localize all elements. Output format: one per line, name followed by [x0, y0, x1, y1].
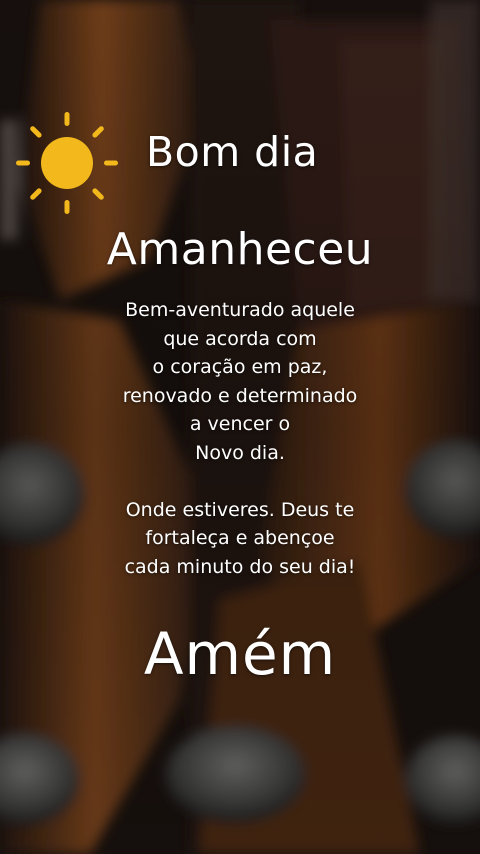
headline-text: Amanheceu: [106, 224, 374, 275]
blessing-line: fortaleça e abençoe: [145, 527, 335, 549]
message-line: renovado e determinado: [122, 384, 358, 407]
greeting-card: Bom dia Amanheceu Bem-aventurado aquele …: [0, 0, 480, 854]
message-line: Bem-aventurado aquele: [125, 299, 355, 321]
message-line: que acorda com: [163, 327, 317, 350]
blessing-line: Onde estiveres. Deus te: [125, 498, 355, 521]
message-line: a vencer o: [189, 413, 291, 435]
message-line: Novo dia.: [195, 441, 285, 464]
message-block: Bem-aventurado aquele que acorda com o c…: [0, 296, 480, 581]
greeting-text: Bom dia: [146, 128, 319, 176]
sun-icon: [16, 112, 118, 214]
message-line: o coração em paz,: [152, 356, 328, 378]
closing-text: Amém: [143, 620, 337, 688]
blessing-line: cada minuto do seu dia!: [124, 555, 356, 578]
